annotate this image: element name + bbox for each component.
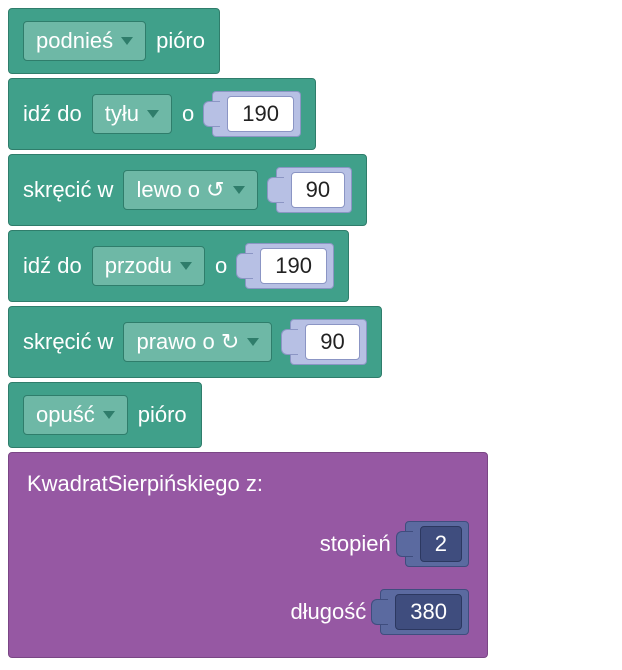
- chevron-down-icon: [147, 110, 159, 118]
- dropdown-label: tyłu: [105, 101, 139, 127]
- pen-down-block[interactable]: opuść pióro: [8, 382, 202, 448]
- turn-left-block[interactable]: skręcić w lewo o ↺ 90: [8, 154, 367, 226]
- dropdown-label: opuść: [36, 402, 95, 428]
- move-fwd-value[interactable]: 190: [260, 248, 327, 284]
- dropdown-label: lewo o ↺: [136, 177, 224, 203]
- move-back-suffix: o: [182, 101, 194, 127]
- value-socket[interactable]: 2: [405, 521, 469, 567]
- dropdown-label: przodu: [105, 253, 172, 279]
- move-fwd-suffix: o: [215, 253, 227, 279]
- turn-right-dropdown[interactable]: prawo o ↻: [123, 322, 272, 362]
- value-socket[interactable]: 190: [245, 243, 334, 289]
- pen-down-dropdown[interactable]: opuść: [23, 395, 128, 435]
- value-socket[interactable]: 380: [380, 589, 469, 635]
- param-row: długość 380: [27, 583, 469, 641]
- move-back-dropdown[interactable]: tyłu: [92, 94, 172, 134]
- chevron-down-icon: [180, 262, 192, 270]
- turn-right-prefix: skręcić w: [23, 329, 113, 355]
- pen-up-dropdown[interactable]: podnieś: [23, 21, 146, 61]
- value-socket[interactable]: 190: [212, 91, 301, 137]
- move-back-prefix: idź do: [23, 101, 82, 127]
- chevron-down-icon: [103, 411, 115, 419]
- param-value[interactable]: 380: [395, 594, 462, 630]
- turn-right-block[interactable]: skręcić w prawo o ↻ 90: [8, 306, 382, 378]
- move-fwd-prefix: idź do: [23, 253, 82, 279]
- dropdown-label: prawo o ↻: [136, 329, 239, 355]
- turn-left-prefix: skręcić w: [23, 177, 113, 203]
- param-label: długość: [290, 599, 366, 625]
- chevron-down-icon: [247, 338, 259, 346]
- chevron-down-icon: [121, 37, 133, 45]
- turn-right-value[interactable]: 90: [305, 324, 359, 360]
- value-socket[interactable]: 90: [276, 167, 352, 213]
- chevron-down-icon: [233, 186, 245, 194]
- function-call-block[interactable]: KwadratSierpińskiego z: stopień 2 długoś…: [8, 452, 488, 658]
- move-fwd-dropdown[interactable]: przodu: [92, 246, 205, 286]
- pen-down-suffix: pióro: [138, 402, 187, 428]
- param-row: stopień 2: [27, 515, 469, 573]
- turn-left-value[interactable]: 90: [291, 172, 345, 208]
- pen-up-suffix: pióro: [156, 28, 205, 54]
- param-label: stopień: [320, 531, 391, 557]
- move-forward-block[interactable]: idź do przodu o 190: [8, 230, 349, 302]
- turn-left-dropdown[interactable]: lewo o ↺: [123, 170, 257, 210]
- move-back-value[interactable]: 190: [227, 96, 294, 132]
- value-socket[interactable]: 90: [290, 319, 366, 365]
- function-call-title: KwadratSierpińskiego z:: [27, 467, 263, 505]
- dropdown-label: podnieś: [36, 28, 113, 54]
- block-stack: podnieś pióro idź do tyłu o 190 skręcić …: [8, 8, 614, 662]
- pen-up-block[interactable]: podnieś pióro: [8, 8, 220, 74]
- param-value[interactable]: 2: [420, 526, 462, 562]
- move-back-block[interactable]: idź do tyłu o 190: [8, 78, 316, 150]
